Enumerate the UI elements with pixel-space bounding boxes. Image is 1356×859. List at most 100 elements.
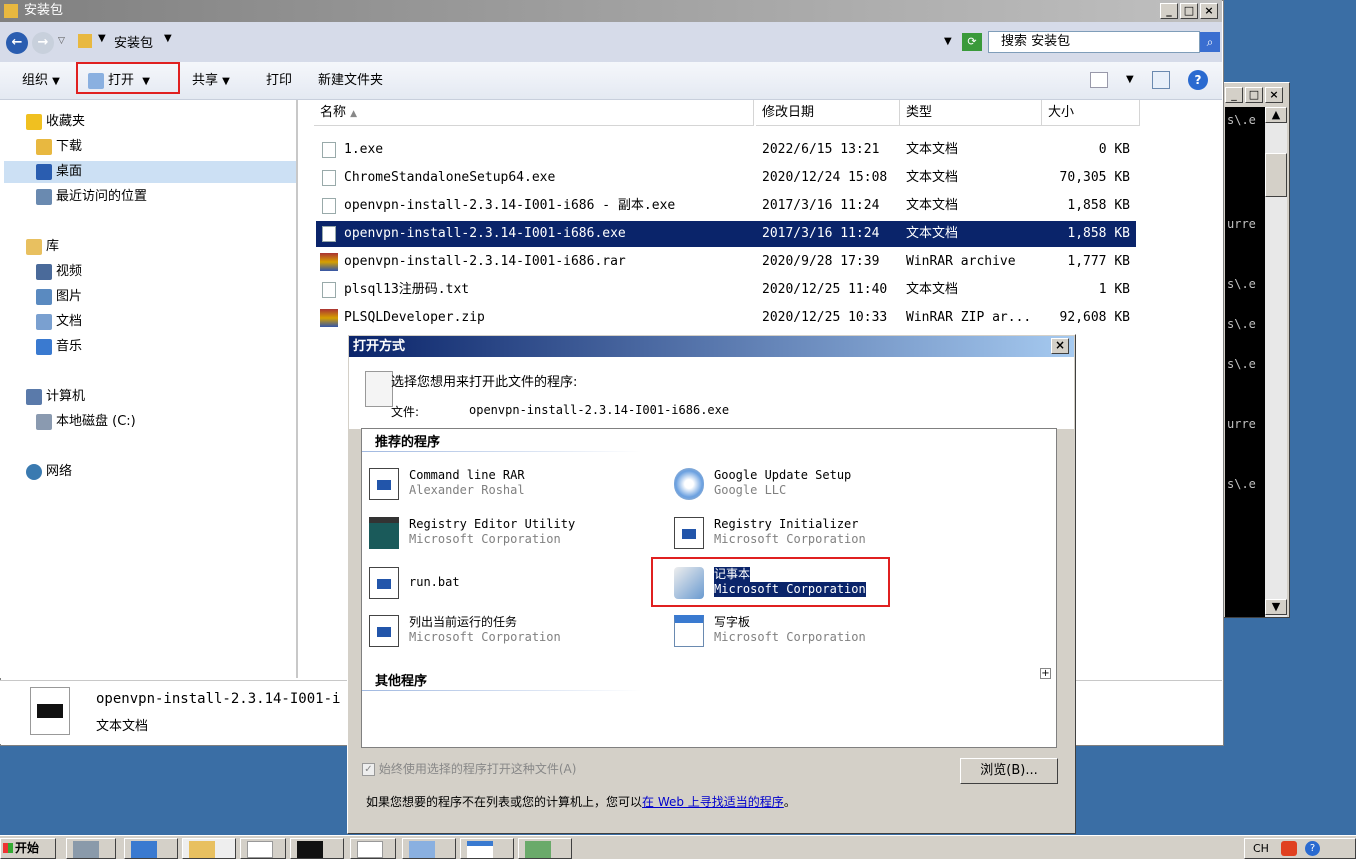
search-placeholder: 搜索 安装包: [1001, 34, 1071, 49]
taskbar-wordpad[interactable]: [460, 838, 514, 859]
program-google-update[interactable]: Google Update Setup Google LLC: [674, 462, 894, 506]
history-dropdown-icon[interactable]: ▽: [58, 36, 65, 46]
wordpad-icon: [674, 615, 704, 647]
column-type[interactable]: 类型: [900, 100, 1042, 126]
nav-music[interactable]: 音乐: [36, 336, 82, 358]
nav-label: 文档: [56, 314, 83, 329]
print-button[interactable]: 打印: [266, 70, 292, 92]
file-row[interactable]: ChromeStandaloneSetup64.exe 2020/12/24 15…: [316, 165, 1136, 191]
footer-end: 。: [783, 795, 796, 809]
help-icon[interactable]: ?: [1188, 70, 1208, 90]
taskbar-console[interactable]: [290, 838, 344, 859]
chevron-down-icon[interactable]: ▼: [1126, 74, 1134, 85]
program-command-line-rar[interactable]: Command line RAR Alexander Roshal: [369, 462, 649, 506]
address-dropdown-icon[interactable]: ▼: [944, 36, 952, 47]
column-size[interactable]: 大小: [1042, 100, 1140, 126]
program-tasklist[interactable]: 列出当前运行的任务 Microsoft Corporation: [369, 609, 649, 653]
close-button[interactable]: ×: [1200, 3, 1218, 19]
nav-pictures[interactable]: 图片: [36, 286, 82, 308]
scroll-thumb[interactable]: [1265, 153, 1287, 197]
always-use-checkbox[interactable]: ✓ 始终使用选择的程序打开这种文件(A): [362, 760, 576, 777]
console-scrollbar[interactable]: ▲ ▼: [1265, 107, 1287, 617]
powershell-icon: [131, 841, 157, 858]
nav-label: 网络: [46, 464, 73, 479]
taskbar-document-2[interactable]: [350, 838, 396, 859]
file-size: 1,858 KB: [1067, 226, 1130, 241]
file-name: plsql13注册码.txt: [344, 282, 470, 297]
taskbar-server-manager[interactable]: [66, 838, 116, 859]
nav-computer[interactable]: 计算机: [26, 386, 85, 408]
file-type: 文本文档: [906, 198, 959, 213]
dialog-close-button[interactable]: ×: [1051, 338, 1069, 354]
file-row[interactable]: PLSQLDeveloper.zip 2020/12/25 10:33 WinRAR…: [316, 305, 1136, 331]
organize-button[interactable]: 组织 ▼: [22, 70, 60, 92]
program-wordpad[interactable]: 写字板 Microsoft Corporation: [674, 609, 894, 653]
web-search-link[interactable]: 在 Web 上寻找适当的程序: [642, 795, 784, 809]
close-icon[interactable]: ×: [1265, 87, 1283, 103]
nav-recent[interactable]: 最近访问的位置: [36, 186, 147, 208]
program-registry-editor-utility[interactable]: Registry Editor Utility Microsoft Corpora…: [369, 511, 649, 555]
scroll-down-icon[interactable]: ▼: [1265, 599, 1287, 615]
minimize-button[interactable]: _: [1160, 3, 1178, 19]
taskbar-document[interactable]: [240, 838, 286, 859]
program-notepad[interactable]: 记事本 Microsoft Corporation: [674, 561, 888, 605]
group-divider: [362, 690, 642, 691]
chevron-down-icon[interactable]: ▼: [98, 33, 106, 44]
minimize-icon[interactable]: _: [1225, 87, 1243, 103]
back-icon[interactable]: ←: [6, 32, 28, 54]
file-date: 2017/3/16 11:24: [762, 198, 880, 213]
nav-favorites[interactable]: 收藏夹: [26, 111, 85, 133]
nav-documents[interactable]: 文档: [36, 311, 82, 333]
sogou-icon[interactable]: [1281, 841, 1297, 856]
network-icon: [26, 463, 42, 480]
nav-videos[interactable]: 视频: [36, 261, 82, 283]
file-icon: [30, 687, 70, 735]
breadcrumb[interactable]: 安装包: [114, 32, 153, 51]
taskbar-notepad[interactable]: [402, 838, 456, 859]
program-run-bat[interactable]: run.bat: [369, 561, 649, 605]
file-row[interactable]: 1.exe 2022/6/15 13:21 文本文档 0 KB: [316, 137, 1136, 163]
maximize-icon[interactable]: □: [1245, 87, 1263, 103]
view-options-icon[interactable]: [1090, 72, 1108, 88]
dialog-footer: 如果您想要的程序不在列表或您的计算机上，您可以在 Web 上寻找适当的程序。: [366, 793, 796, 810]
browse-button[interactable]: 浏览(B)...: [960, 758, 1058, 784]
nav-libraries[interactable]: 库: [26, 236, 59, 258]
share-button[interactable]: 共享 ▼: [192, 70, 230, 92]
maximize-button[interactable]: □: [1180, 3, 1198, 19]
new-folder-button[interactable]: 新建文件夹: [318, 70, 383, 92]
forward-icon[interactable]: →: [32, 32, 54, 54]
column-modified[interactable]: 修改日期: [756, 100, 900, 126]
column-name[interactable]: 名称 ▲: [314, 100, 754, 126]
file-row[interactable]: openvpn-install-2.3.14-I001-i686.rar 2020…: [316, 249, 1136, 275]
help-icon[interactable]: ?: [1305, 841, 1320, 856]
search-input[interactable]: 搜索 安装包: [988, 31, 1200, 53]
search-icon[interactable]: ⌕: [1200, 32, 1220, 52]
start-button[interactable]: 开始: [0, 838, 56, 859]
taskbar-explorer[interactable]: [182, 838, 236, 859]
taskbar-powershell[interactable]: [124, 838, 178, 859]
nav-network[interactable]: 网络: [26, 461, 72, 483]
preview-pane-icon[interactable]: [1152, 71, 1170, 89]
scroll-up-icon[interactable]: ▲: [1265, 107, 1287, 123]
file-name: 1.exe: [344, 142, 384, 157]
refresh-icon[interactable]: ⟳: [962, 33, 982, 51]
nav-downloads[interactable]: 下载: [36, 136, 82, 158]
nav-desktop[interactable]: 桌面: [4, 161, 296, 183]
program-company: Google LLC: [714, 483, 787, 497]
desktop-icon: [36, 163, 52, 180]
chevron-down-icon: ▼: [52, 76, 60, 87]
nav-local-disk[interactable]: 本地磁盘 (C:): [36, 411, 136, 433]
file-row[interactable]: openvpn-install-2.3.14-I001-i686 - 副本.ex…: [316, 193, 1136, 219]
expand-icon[interactable]: +: [1040, 668, 1051, 679]
file-row[interactable]: plsql13注册码.txt 2020/12/25 11:40 文本文档 1 KB: [316, 277, 1136, 303]
program-registry-initializer[interactable]: Registry Initializer Microsoft Corporatio…: [674, 511, 894, 555]
open-button[interactable]: 打开 ▼: [88, 70, 150, 92]
address-field[interactable]: ▼ 安装包 ▼: [78, 30, 938, 54]
file-row-selected[interactable]: openvpn-install-2.3.14-I001-i686.exe 2017…: [316, 221, 1136, 247]
disk-icon: [36, 413, 52, 430]
file-size: 92,608 KB: [1059, 310, 1130, 325]
taskbar-network[interactable]: [518, 838, 572, 859]
winrar-icon: [320, 309, 338, 327]
chevron-down-icon[interactable]: ▼: [164, 33, 172, 44]
language-indicator[interactable]: CH: [1253, 842, 1269, 855]
